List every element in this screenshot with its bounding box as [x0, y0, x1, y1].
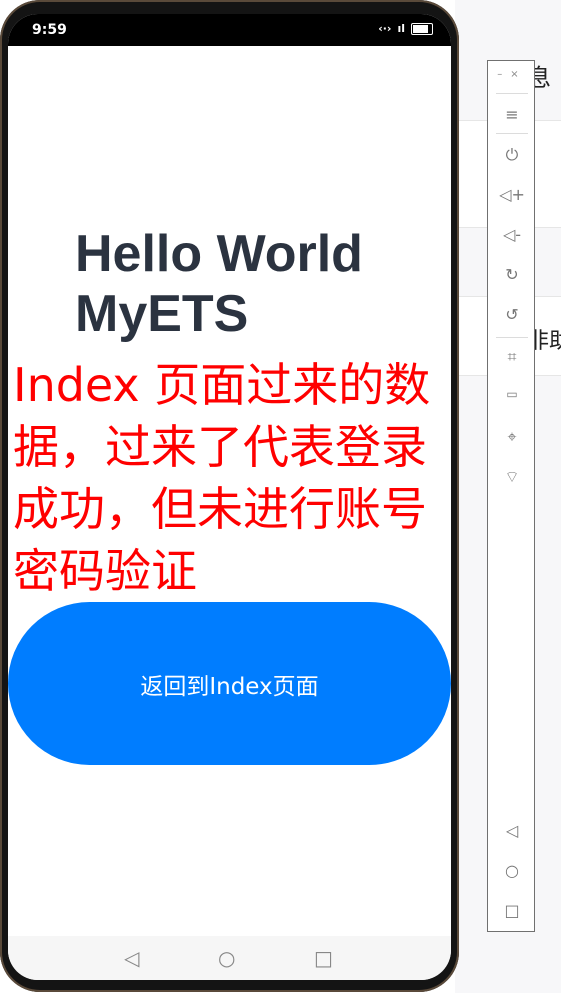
nav-home-icon[interactable]: ○ — [218, 946, 235, 970]
window-controls: –× — [488, 69, 536, 80]
battery-icon — [411, 22, 433, 35]
data-icon: ‹·› — [378, 22, 392, 35]
recent-apps-icon[interactable]: □ — [488, 901, 536, 920]
rotate-alt-icon[interactable]: ↺ — [488, 305, 536, 324]
wifi-icon[interactable]: ⌔ — [488, 467, 536, 487]
toolbar-divider — [496, 337, 528, 338]
status-icons: ‹·› ıl — [378, 22, 433, 35]
location-icon[interactable]: ⌖ — [488, 427, 536, 447]
phone-screen: 9:59 ‹·› ıl Hello World MyETS Index 页面过来… — [8, 14, 451, 980]
menu-icon[interactable]: ≡ — [488, 105, 536, 124]
navigation-bar: ◁ ○ □ — [8, 936, 451, 980]
close-icon[interactable]: × — [510, 69, 526, 80]
status-bar: 9:59 ‹·› ıl — [8, 14, 451, 46]
nav-back-icon[interactable]: ◁ — [124, 946, 139, 970]
nav-recent-icon[interactable]: □ — [314, 946, 333, 970]
home-icon[interactable]: ○ — [488, 861, 536, 880]
rotate-icon[interactable]: ↻ — [488, 265, 536, 284]
login-message: Index 页面过来的数据，过来了代表登录成功，但未进行账号密码验证 — [13, 358, 431, 598]
hello-heading: Hello World MyETS — [75, 225, 363, 343]
minimize-icon[interactable]: – — [497, 69, 510, 80]
volume-up-icon[interactable]: ◁+ — [488, 185, 536, 204]
battery-status-icon[interactable]: ▭ — [488, 387, 536, 401]
back-to-index-button[interactable]: 返回到Index页面 — [8, 602, 451, 765]
status-time: 9:59 — [32, 22, 67, 38]
back-icon[interactable]: ◁ — [488, 821, 536, 840]
toolbar-divider — [496, 133, 528, 134]
toolbar-divider — [496, 93, 528, 94]
phone-frame: 9:59 ‹·› ıl Hello World MyETS Index 页面过来… — [0, 0, 459, 992]
volume-down-icon[interactable]: ◁- — [488, 225, 536, 244]
signal-icon: ıl — [397, 22, 405, 35]
crop-icon[interactable]: ⌗ — [488, 347, 536, 367]
power-icon[interactable]: ⏻ — [488, 145, 536, 165]
emulator-toolbar: –× ≡ ⏻ ◁+ ◁- ↻ ↺ ⌗ ▭ ⌖ ⌔ ◁ ○ □ — [487, 60, 535, 932]
